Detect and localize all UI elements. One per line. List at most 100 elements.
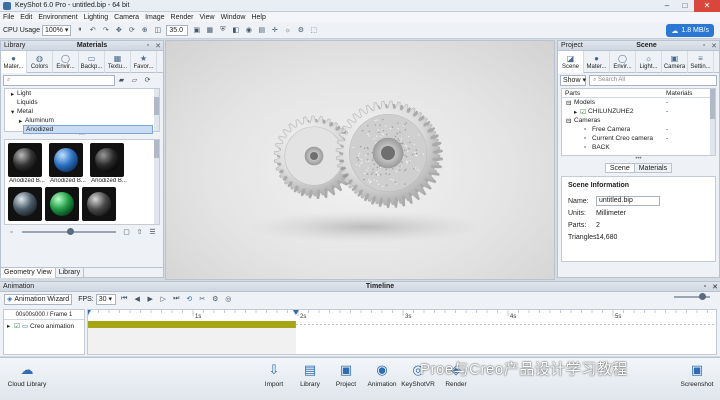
animation-clip[interactable] (88, 321, 296, 328)
tab-lighting[interactable]: ☼ Light... (636, 51, 662, 73)
playhead-start-marker[interactable] (88, 310, 91, 315)
tree-item-metal[interactable]: ▾ Metal (5, 107, 159, 116)
material-thumb[interactable]: Anodized B... (49, 143, 87, 184)
cube-icon[interactable]: ◧ (230, 25, 241, 36)
tree-item-current-creo-camera[interactable]: ▫ Current Creo camera - (562, 134, 715, 143)
tree-item-anodized[interactable]: Anodized (23, 125, 153, 134)
cpu-usage-select[interactable]: 100% ▾ (42, 25, 71, 36)
menu-help[interactable]: Help (248, 14, 268, 21)
close-button[interactable]: ✕ (694, 0, 720, 12)
material-thumb[interactable] (8, 187, 42, 221)
minimize-button[interactable]: – (658, 0, 676, 12)
checkbox-icon[interactable]: ☑ (580, 108, 588, 116)
fps-select[interactable]: 30 ▾ (96, 294, 116, 305)
grid-icon[interactable]: ▦ (204, 25, 215, 36)
tab-colors[interactable]: ◍ Colors (27, 51, 53, 73)
animation-wizard-button[interactable]: ◈ Animation Wizard (4, 294, 72, 305)
menu-edit[interactable]: Edit (17, 14, 35, 21)
expand-icon[interactable]: ▸ (7, 322, 14, 330)
tree-item-models[interactable]: ⊟ Models - (562, 98, 715, 107)
undo-icon[interactable]: ↶ (87, 25, 98, 36)
tab-materials[interactable]: ● Mater... (1, 51, 27, 73)
screenshot-button[interactable]: ▣ Screenshot (676, 361, 718, 388)
menu-image[interactable]: Image (142, 14, 167, 21)
tab-favorites[interactable]: ★ Favor... (131, 51, 157, 73)
slider-handle[interactable] (67, 228, 74, 235)
slider-handle[interactable] (699, 293, 706, 300)
rotate-icon[interactable]: ⟳ (126, 25, 137, 36)
tab-environments[interactable]: ◯ Envir... (53, 51, 79, 73)
close-panel-icon[interactable]: ✕ (153, 42, 163, 50)
tab-environment[interactable]: ◯ Envir... (610, 51, 636, 73)
timeline-zoom-slider[interactable] (674, 296, 710, 298)
zoom-icon[interactable]: ⊕ (139, 25, 150, 36)
cloud-library-button[interactable]: ☁ Cloud Library (4, 361, 50, 388)
settings-icon[interactable]: ⚙ (295, 25, 306, 36)
render-viewport[interactable] (165, 40, 555, 280)
tab-settings[interactable]: ≡ Settin... (688, 51, 714, 73)
step-back-icon[interactable]: ◀ (132, 294, 143, 305)
large-thumbs-icon[interactable]: ▢ (121, 227, 132, 238)
material-thumb[interactable]: Anodized B... (8, 143, 46, 184)
menu-environment[interactable]: Environment (35, 14, 80, 21)
tree-scrollbar[interactable] (154, 89, 159, 131)
thumbnails-scrollbar[interactable] (154, 140, 159, 224)
lightbulb-icon[interactable]: ☼ (282, 25, 293, 36)
material-thumb[interactable] (82, 187, 116, 221)
pan-icon[interactable]: ✥ (113, 25, 124, 36)
go-end-icon[interactable]: ⏭ (171, 294, 182, 305)
collapse-icon[interactable]: ⊟ (566, 117, 574, 125)
subtab-scene[interactable]: Scene (605, 163, 635, 173)
subtab-materials[interactable]: Materials (635, 163, 672, 173)
menu-camera[interactable]: Camera (111, 14, 142, 21)
eye-icon[interactable]: ◉ (243, 25, 254, 36)
fov-icon[interactable]: ◫ (152, 25, 163, 36)
material-thumb[interactable]: Anodized B... (90, 143, 128, 184)
tree-item-free-camera[interactable]: ▫ Free Camera - (562, 125, 715, 134)
tree-item-aluminum[interactable]: ▸ Aluminum (5, 116, 159, 125)
tree-item-chilunzuhe2[interactable]: ▸ ☑ CHILUNZUHE2- (562, 107, 715, 116)
menu-render[interactable]: Render (168, 14, 197, 21)
pause-icon[interactable]: ⏸ (74, 25, 85, 36)
library-button[interactable]: ▤ Library (290, 361, 330, 388)
tab-camera[interactable]: ▣ Camera (662, 51, 688, 73)
step-forward-icon[interactable]: ▷ (158, 294, 169, 305)
float-icon[interactable]: ▫ (700, 283, 710, 290)
trim-icon[interactable]: ✂ (197, 294, 208, 305)
preview-icon[interactable]: ◎ (223, 294, 234, 305)
lock-icon[interactable]: ▤ (256, 25, 267, 36)
close-panel-icon[interactable]: ✕ (710, 283, 720, 291)
tab-backplates[interactable]: ▭ Backp... (79, 51, 105, 73)
checkbox-icon[interactable]: ☑ (14, 322, 22, 330)
upload-icon[interactable]: ⇧ (134, 227, 145, 238)
tab-scene[interactable]: ◪ Scene (558, 51, 584, 73)
list-view-icon[interactable]: ☰ (147, 227, 158, 238)
small-thumbs-icon[interactable]: ▫ (6, 227, 17, 238)
camera-icon[interactable]: ▣ (191, 25, 202, 36)
tab-library[interactable]: Library (56, 268, 84, 278)
redo-icon[interactable]: ↷ (100, 25, 111, 36)
go-start-icon[interactable]: ⏮ (119, 294, 130, 305)
project-button[interactable]: ▣ Project (326, 361, 366, 388)
timeline-area[interactable]: 1s 2s 3s 4s 5s (87, 309, 717, 355)
folder-add-icon[interactable]: ▰ (116, 75, 127, 86)
tab-geometry-view[interactable]: Geometry View (1, 268, 56, 278)
fov-input[interactable]: 35.0 (166, 25, 188, 36)
menu-view[interactable]: View (197, 14, 218, 21)
float-icon[interactable]: ▫ (699, 42, 709, 49)
folder-icon[interactable]: ▱ (129, 75, 140, 86)
tree-item-light[interactable]: ▸ Light (5, 89, 159, 98)
collapse-icon[interactable]: ⊟ (566, 99, 574, 107)
scene-tree-scrollbar[interactable] (710, 89, 715, 155)
tree-item-back[interactable]: ▫ BACK (562, 143, 715, 152)
menu-file[interactable]: File (0, 14, 17, 21)
loop-icon[interactable]: ⟲ (184, 294, 195, 305)
tree-item-cameras[interactable]: ⊟ Cameras (562, 116, 715, 125)
scene-name-input[interactable]: untitled.bip (596, 196, 660, 206)
settings-icon[interactable]: ⚙ (210, 294, 221, 305)
move-icon[interactable]: ✛ (269, 25, 280, 36)
animation-button[interactable]: ◉ Animation (362, 361, 402, 388)
play-icon[interactable]: ▶ (145, 294, 156, 305)
import-button[interactable]: ⇩ Import (254, 361, 294, 388)
float-icon[interactable]: ▫ (143, 42, 153, 49)
